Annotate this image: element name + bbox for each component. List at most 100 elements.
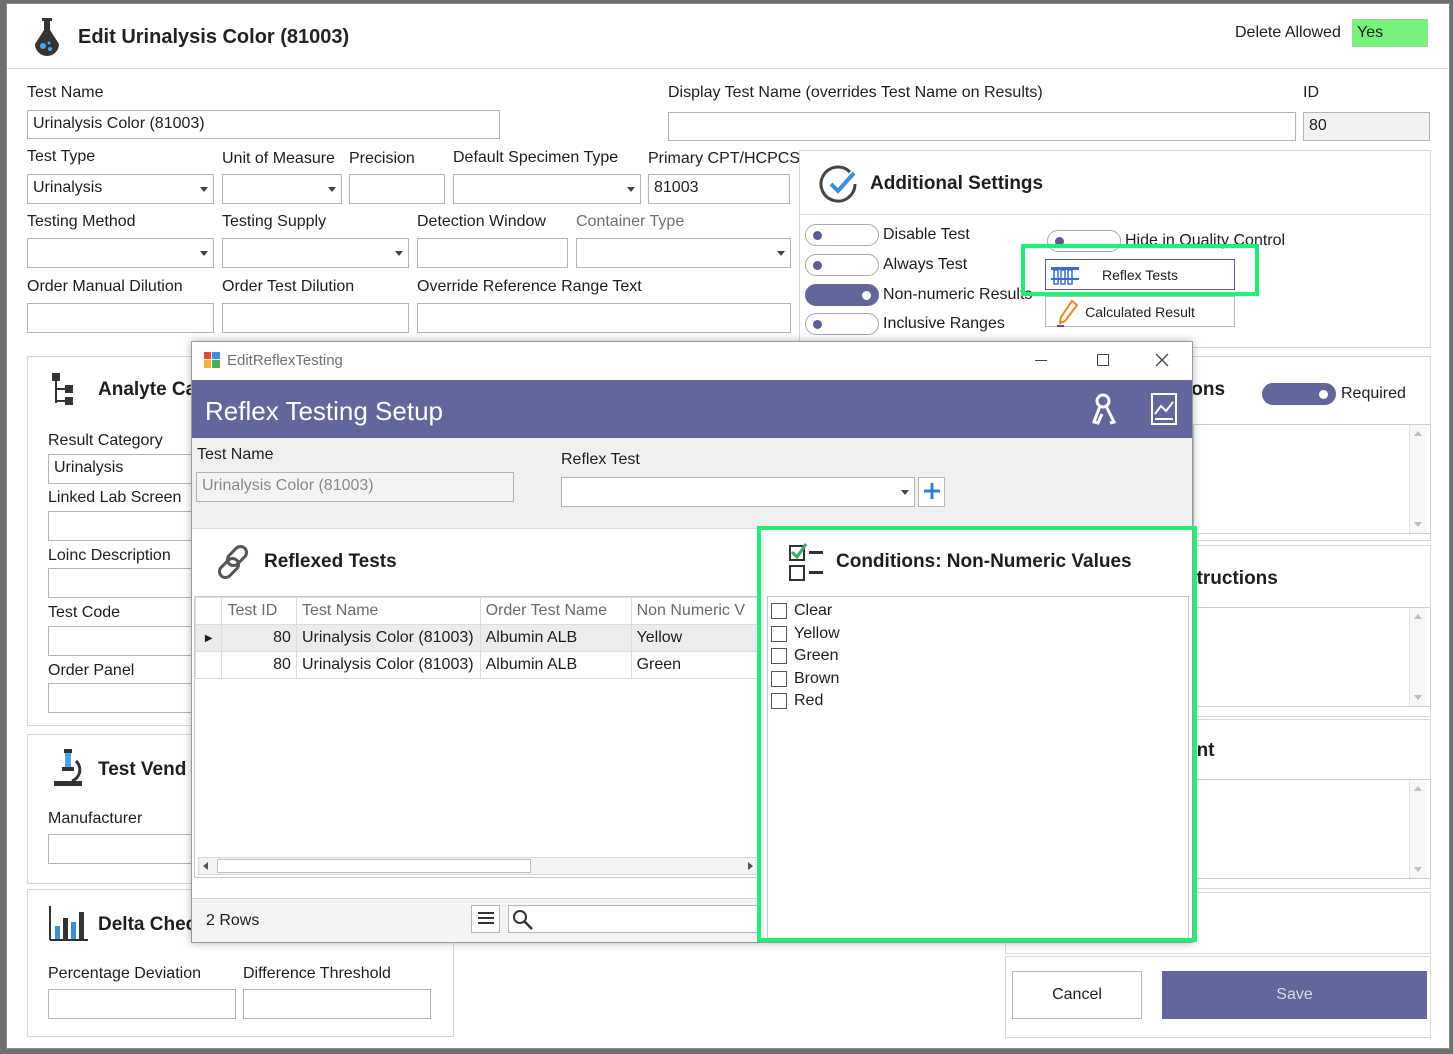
close-icon[interactable] — [1154, 352, 1170, 368]
test-dilution-label: Order Test Dilution — [222, 278, 355, 295]
delete-allowed-label: Delete Allowed — [1235, 24, 1341, 41]
hamburger-icon — [477, 911, 494, 928]
instructions-textarea[interactable] — [1193, 607, 1431, 707]
plus-icon — [922, 481, 942, 504]
manufacturer-label: Manufacturer — [48, 810, 143, 827]
cell-test-name: Urinalysis Color (81003) — [295, 651, 481, 679]
non-numeric-toggle[interactable] — [805, 284, 879, 306]
save-button[interactable]: Save — [1162, 971, 1427, 1019]
flask-icon — [31, 16, 65, 60]
testing-supply-label: Testing Supply — [222, 213, 327, 230]
diff-threshold-label: Difference Threshold — [243, 965, 391, 982]
always-test-toggle[interactable] — [805, 254, 879, 276]
comment-textarea[interactable] — [1193, 779, 1431, 879]
col-order-test-name[interactable]: Order Test Name — [479, 597, 632, 625]
loinc-label: Loinc Description — [48, 547, 171, 564]
specimen-label: Default Specimen Type — [453, 149, 619, 166]
dialog-test-name-input: Urinalysis Color (81003) — [196, 472, 514, 502]
required-label: Required — [1341, 385, 1406, 402]
testing-supply-select[interactable] — [222, 238, 409, 268]
col-test-id[interactable]: Test ID — [221, 597, 297, 625]
pencil-icon — [1056, 299, 1080, 330]
calculated-result-button[interactable]: Calculated Result — [1045, 296, 1235, 327]
detection-window-input[interactable] — [417, 238, 568, 268]
testing-method-select[interactable] — [27, 238, 214, 268]
reflex-test-select[interactable] — [561, 477, 915, 507]
table-row[interactable]: ▶ 80 Urinalysis Color (81003) Albumin AL… — [195, 624, 759, 652]
container-type-label: Container Type — [576, 213, 685, 230]
dialog-header: Reflex Testing Setup — [192, 380, 1192, 438]
test-code-label: Test Code — [48, 604, 121, 621]
testing-method-label: Testing Method — [27, 213, 136, 230]
cell-non-numeric: Green — [630, 651, 759, 679]
reflexed-grid: Test ID Test Name Order Test Name Non Nu… — [194, 596, 760, 878]
diff-threshold-input[interactable] — [243, 989, 431, 1019]
options-textarea[interactable] — [1193, 424, 1431, 534]
calculated-result-label: Calculated Result — [1085, 303, 1195, 320]
manual-dilution-input[interactable] — [27, 303, 214, 333]
cpt-label: Primary CPT/HCPCS — [648, 150, 801, 167]
override-ref-input[interactable] — [417, 303, 791, 333]
title-divider — [7, 68, 1449, 69]
display-name-label: Display Test Name (overrides Test Name o… — [668, 84, 1043, 101]
result-category-label: Result Category — [48, 432, 163, 449]
uom-select[interactable] — [222, 174, 342, 204]
checkmark-circle-icon — [818, 163, 860, 205]
display-name-input[interactable] — [668, 112, 1296, 141]
search-icon — [512, 909, 534, 936]
detection-window-label: Detection Window — [417, 213, 546, 230]
scroll-right-arrow[interactable] — [748, 862, 753, 870]
disable-test-toggle[interactable] — [805, 224, 879, 246]
options-scrollbar[interactable] — [1409, 425, 1427, 533]
test-type-select[interactable]: Urinalysis — [27, 174, 214, 204]
precision-label: Precision — [349, 150, 415, 167]
scroll-thumb[interactable] — [217, 859, 531, 873]
cell-test-id: 80 — [221, 624, 297, 652]
row-indicator-header — [195, 597, 223, 625]
instructions-scrollbar[interactable] — [1409, 608, 1427, 706]
window-title: Edit Urinalysis Color (81003) — [78, 26, 350, 48]
chart-report-icon[interactable] — [1150, 392, 1178, 431]
col-test-name[interactable]: Test Name — [295, 597, 481, 625]
dialog-titlebar: EditReflexTesting — [192, 342, 1192, 380]
id-label: ID — [1303, 84, 1319, 101]
cancel-button[interactable]: Cancel — [1012, 971, 1142, 1019]
scroll-left-arrow[interactable] — [203, 862, 208, 870]
uom-label: Unit of Measure — [222, 150, 335, 167]
non-numeric-label: Non-numeric Results — [883, 286, 1033, 303]
horizontal-scrollbar[interactable] — [198, 857, 759, 875]
table-row[interactable]: 80 Urinalysis Color (81003) Albumin ALB … — [195, 651, 759, 679]
cell-non-numeric: Yellow — [630, 624, 759, 652]
specimen-select[interactable] — [453, 174, 641, 204]
add-reflex-button[interactable] — [918, 477, 945, 507]
col-non-numeric[interactable]: Non Numeric V — [630, 597, 759, 625]
cell-order-test-name: Albumin ALB — [479, 651, 632, 679]
minimize-icon[interactable] — [1035, 360, 1047, 361]
keys-icon[interactable] — [1090, 392, 1120, 431]
dialog-window-title: EditReflexTesting — [227, 352, 343, 369]
container-type-select[interactable] — [576, 238, 791, 268]
cell-test-id: 80 — [221, 651, 297, 679]
precision-input[interactable] — [349, 174, 445, 204]
required-toggle[interactable] — [1262, 383, 1336, 405]
comment-scrollbar[interactable] — [1409, 780, 1427, 878]
linked-lab-label: Linked Lab Screen — [48, 489, 182, 506]
cpt-input[interactable]: 81003 — [648, 174, 790, 204]
grid-search-input[interactable] — [508, 905, 758, 933]
hierarchy-icon — [50, 371, 76, 412]
panel-divider — [800, 214, 1430, 215]
app-icon — [204, 352, 220, 368]
test-name-input[interactable]: Urinalysis Color (81003) — [27, 110, 500, 139]
additional-settings-title: Additional Settings — [870, 173, 1044, 194]
delete-allowed-toggle[interactable]: Yes — [1352, 19, 1428, 47]
maximize-icon[interactable] — [1097, 354, 1109, 366]
pct-deviation-label: Percentage Deviation — [48, 965, 201, 982]
inclusive-ranges-label: Inclusive Ranges — [883, 315, 1005, 332]
test-dilution-input[interactable] — [222, 303, 409, 333]
microscope-icon — [50, 747, 86, 794]
pct-deviation-input[interactable] — [48, 989, 236, 1019]
dialog-header-title: Reflex Testing Setup — [205, 396, 443, 426]
delta-title: Delta Chec — [98, 914, 197, 935]
grid-menu-button[interactable] — [471, 905, 500, 933]
inclusive-ranges-toggle[interactable] — [805, 313, 879, 335]
